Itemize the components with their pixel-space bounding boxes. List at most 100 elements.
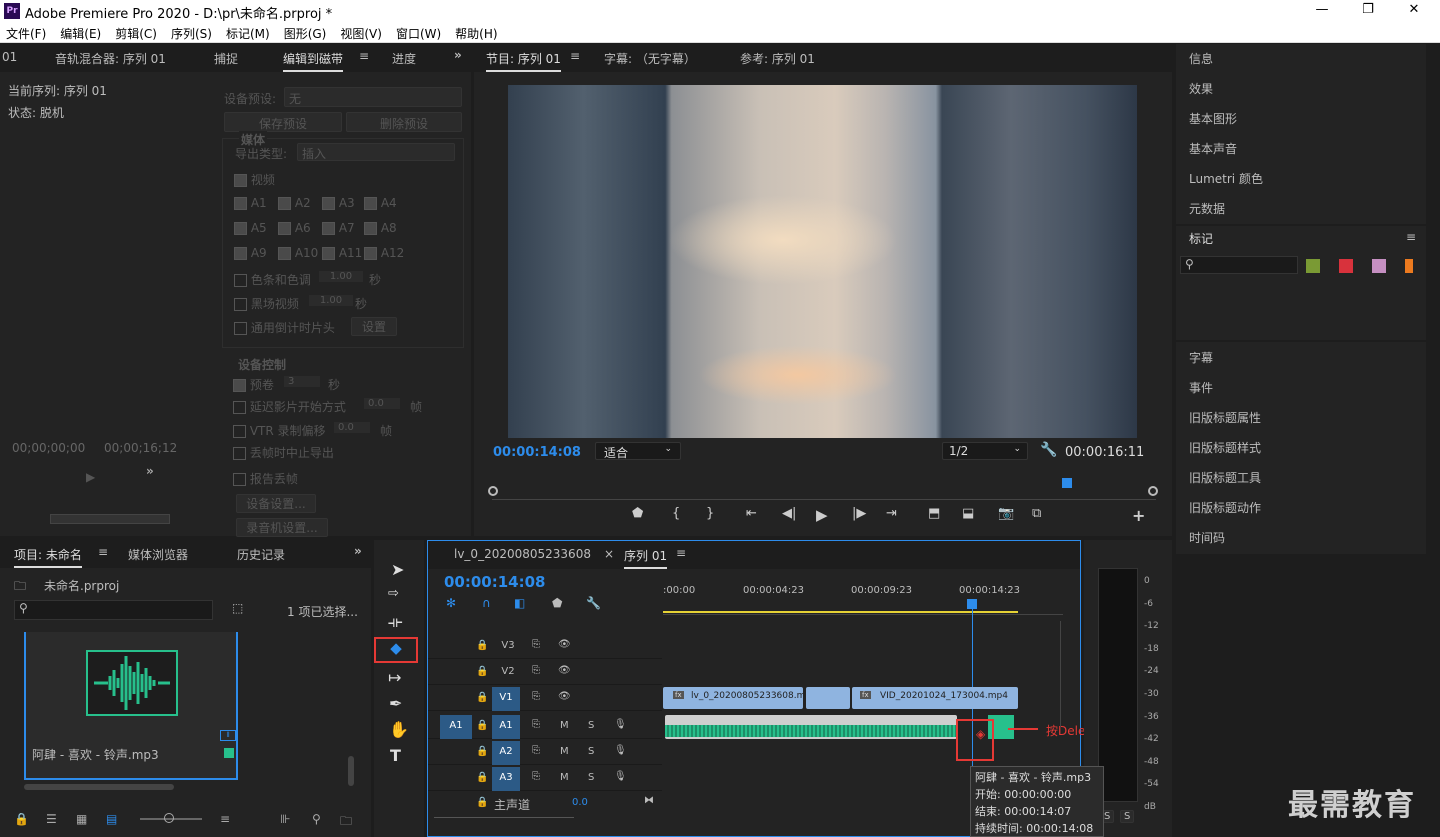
sync-lock-icon[interactable]: ⎘ [532, 745, 540, 756]
lock-icon[interactable]: 🔒 [476, 640, 488, 651]
mark-in-icon[interactable]: { [672, 506, 680, 521]
lift-icon[interactable]: ⬒ [928, 506, 940, 521]
audio-a10[interactable]: A10 [278, 246, 318, 260]
save-preset-button[interactable]: 保存预设 [224, 112, 342, 132]
tab-capture[interactable]: 捕捉 [214, 50, 238, 67]
countdown-row[interactable]: 通用倒计时片头 [234, 319, 335, 336]
markers-search-input[interactable]: ⚲ [1180, 256, 1298, 274]
marker-color-lavender[interactable] [1372, 259, 1386, 273]
selection-tool-icon[interactable]: ➤ [391, 560, 404, 579]
menu-sequence[interactable]: 序列(S) [171, 27, 212, 41]
ripple-edit-tool-icon[interactable]: ⟛ [388, 612, 403, 632]
snap-icon[interactable]: ∩ [482, 596, 491, 610]
menu-window[interactable]: 窗口(W) [396, 27, 441, 41]
zoom-slider-handle[interactable] [164, 813, 174, 823]
capture-play-icon[interactable]: ▶ [86, 470, 95, 484]
markers-menu-icon[interactable]: ≡ [1406, 230, 1416, 244]
sync-lock-icon[interactable]: ⎘ [532, 639, 540, 650]
play-icon[interactable]: ▶ [816, 506, 828, 524]
timeline-hscroll[interactable] [434, 817, 574, 825]
project-item-thumbnail[interactable]: ⦀ 阿肆 - 喜欢 - 铃声.mp3 [24, 632, 238, 780]
nest-icon[interactable]: ✻ [446, 596, 456, 610]
scrub-start-handle[interactable] [488, 486, 498, 496]
menu-graphics[interactable]: 图形(G) [284, 27, 327, 41]
step-forward-icon[interactable]: |▶ [852, 506, 866, 521]
new-bin-footer-icon[interactable]: 🗀 [340, 812, 352, 833]
timeline-timecode[interactable]: 00:00:14:08 [444, 573, 546, 591]
microphone-icon[interactable]: 🎙 [614, 771, 627, 782]
mute-button[interactable]: M [560, 720, 569, 731]
panel-events[interactable]: 事件 [1189, 379, 1213, 396]
work-area-bar[interactable] [663, 611, 1018, 613]
add-marker-icon[interactable]: ⬟ [632, 506, 643, 521]
preroll-row[interactable]: 预卷 [233, 376, 274, 393]
tab-cut[interactable]: 01 [2, 50, 17, 64]
sync-lock-icon[interactable]: ⎘ [532, 691, 540, 702]
panel-legacy-title-styles[interactable]: 旧版标题样式 [1189, 439, 1261, 456]
eye-icon[interactable]: 👁 [558, 691, 571, 702]
tab-audio-mixer[interactable]: 音轨混合器: 序列 01 [55, 50, 166, 67]
go-to-in-icon[interactable]: ⇤ [746, 506, 757, 521]
automate-icon[interactable]: ⊪ [280, 812, 290, 826]
abort-row[interactable]: 丢帧时中止导出 [233, 444, 334, 461]
marker-color-orange[interactable] [1405, 259, 1413, 273]
delete-preset-button[interactable]: 删除预设 [346, 112, 462, 132]
menu-view[interactable]: 视图(V) [340, 27, 382, 41]
time-ruler[interactable]: :00:00 00:00:04:23 00:00:09:23 00:00:14:… [663, 581, 1063, 615]
panel-legacy-title-actions[interactable]: 旧版标题动作 [1189, 499, 1261, 516]
lock-icon[interactable]: 🔒 [476, 666, 488, 677]
panel-captions[interactable]: 字幕 [1189, 349, 1213, 366]
panel-lumetri-color[interactable]: Lumetri 颜色 [1189, 170, 1263, 187]
audio-a12[interactable]: A12 [364, 246, 404, 260]
tab-close-icon[interactable]: × [604, 547, 614, 561]
mute-button[interactable]: M [560, 746, 569, 757]
panel-essential-sound[interactable]: 基本声音 [1189, 140, 1237, 157]
panel-markers[interactable]: 标记 [1189, 230, 1213, 247]
project-vscroll[interactable] [348, 756, 354, 786]
lock-icon[interactable]: 🔒 [476, 746, 488, 757]
solo-button[interactable]: S [588, 720, 594, 731]
panel-metadata[interactable]: 元数据 [1189, 200, 1225, 217]
black-video-row[interactable]: 黑场视频 [234, 295, 299, 312]
source-a1-patch[interactable]: A1 [440, 715, 472, 739]
program-current-timecode[interactable]: 00:00:14:08 [493, 445, 581, 460]
tab-reference[interactable]: 参考: 序列 01 [740, 50, 815, 67]
go-to-out-icon[interactable]: ⇥ [886, 506, 897, 521]
project-tab-menu-icon[interactable]: ≡ [98, 545, 108, 559]
panel-overflow-icon[interactable]: » [354, 544, 362, 558]
zoom-select[interactable]: 适合 ⌄ [595, 442, 681, 460]
find-icon[interactable]: ⚲ [312, 812, 321, 826]
vtr-row[interactable]: VTR 录制偏移 [233, 422, 326, 439]
track-v3-label[interactable]: V3 [494, 635, 522, 659]
minimize-button[interactable]: — [1312, 2, 1332, 17]
report-row[interactable]: 报告丢帧 [233, 470, 298, 487]
panel-timecode[interactable]: 时间码 [1189, 529, 1225, 546]
menu-file[interactable]: 文件(F) [6, 27, 46, 41]
timeline-vscroll[interactable] [1060, 621, 1066, 727]
program-scrub-bar[interactable] [488, 478, 1158, 500]
recorder-settings-button[interactable]: 录音机设置... [236, 518, 328, 537]
hand-tool-icon[interactable]: ✋ [389, 720, 409, 739]
lock-icon[interactable]: 🔒 [476, 772, 488, 783]
wrench-icon[interactable]: 🔧 [1040, 442, 1057, 458]
maximize-button[interactable]: ❐ [1358, 2, 1378, 17]
pen-tool-icon[interactable]: ✒ [389, 694, 402, 713]
delay-value[interactable]: 0.0 [364, 398, 400, 409]
sync-lock-icon[interactable]: ⎘ [532, 771, 540, 782]
panel-effects[interactable]: 效果 [1189, 80, 1213, 97]
color-bars-value[interactable]: 1.00 [319, 271, 363, 282]
sync-lock-icon[interactable]: ⎘ [532, 665, 540, 676]
timeline-settings-icon[interactable]: 🔧 [586, 596, 601, 610]
menu-edit[interactable]: 编辑(E) [60, 27, 101, 41]
new-bin-icon[interactable]: ⬚ [232, 601, 243, 615]
close-button[interactable]: ✕ [1404, 2, 1424, 17]
tab-program[interactable]: 节目: 序列 01 [486, 50, 561, 72]
tab-sequence-01[interactable]: 序列 01 [624, 547, 668, 569]
icon-view-icon[interactable]: ▦ [76, 812, 87, 826]
tab-media-browser[interactable]: 媒体浏览器 [128, 546, 188, 563]
device-settings-button[interactable]: 设备设置... [236, 494, 316, 513]
sync-lock-icon[interactable]: ⎘ [532, 719, 540, 730]
panel-info[interactable]: 信息 [1189, 50, 1213, 67]
tab-edit-to-tape[interactable]: 编辑到磁带 [283, 50, 344, 72]
audio-a9[interactable]: A9 [234, 246, 267, 260]
